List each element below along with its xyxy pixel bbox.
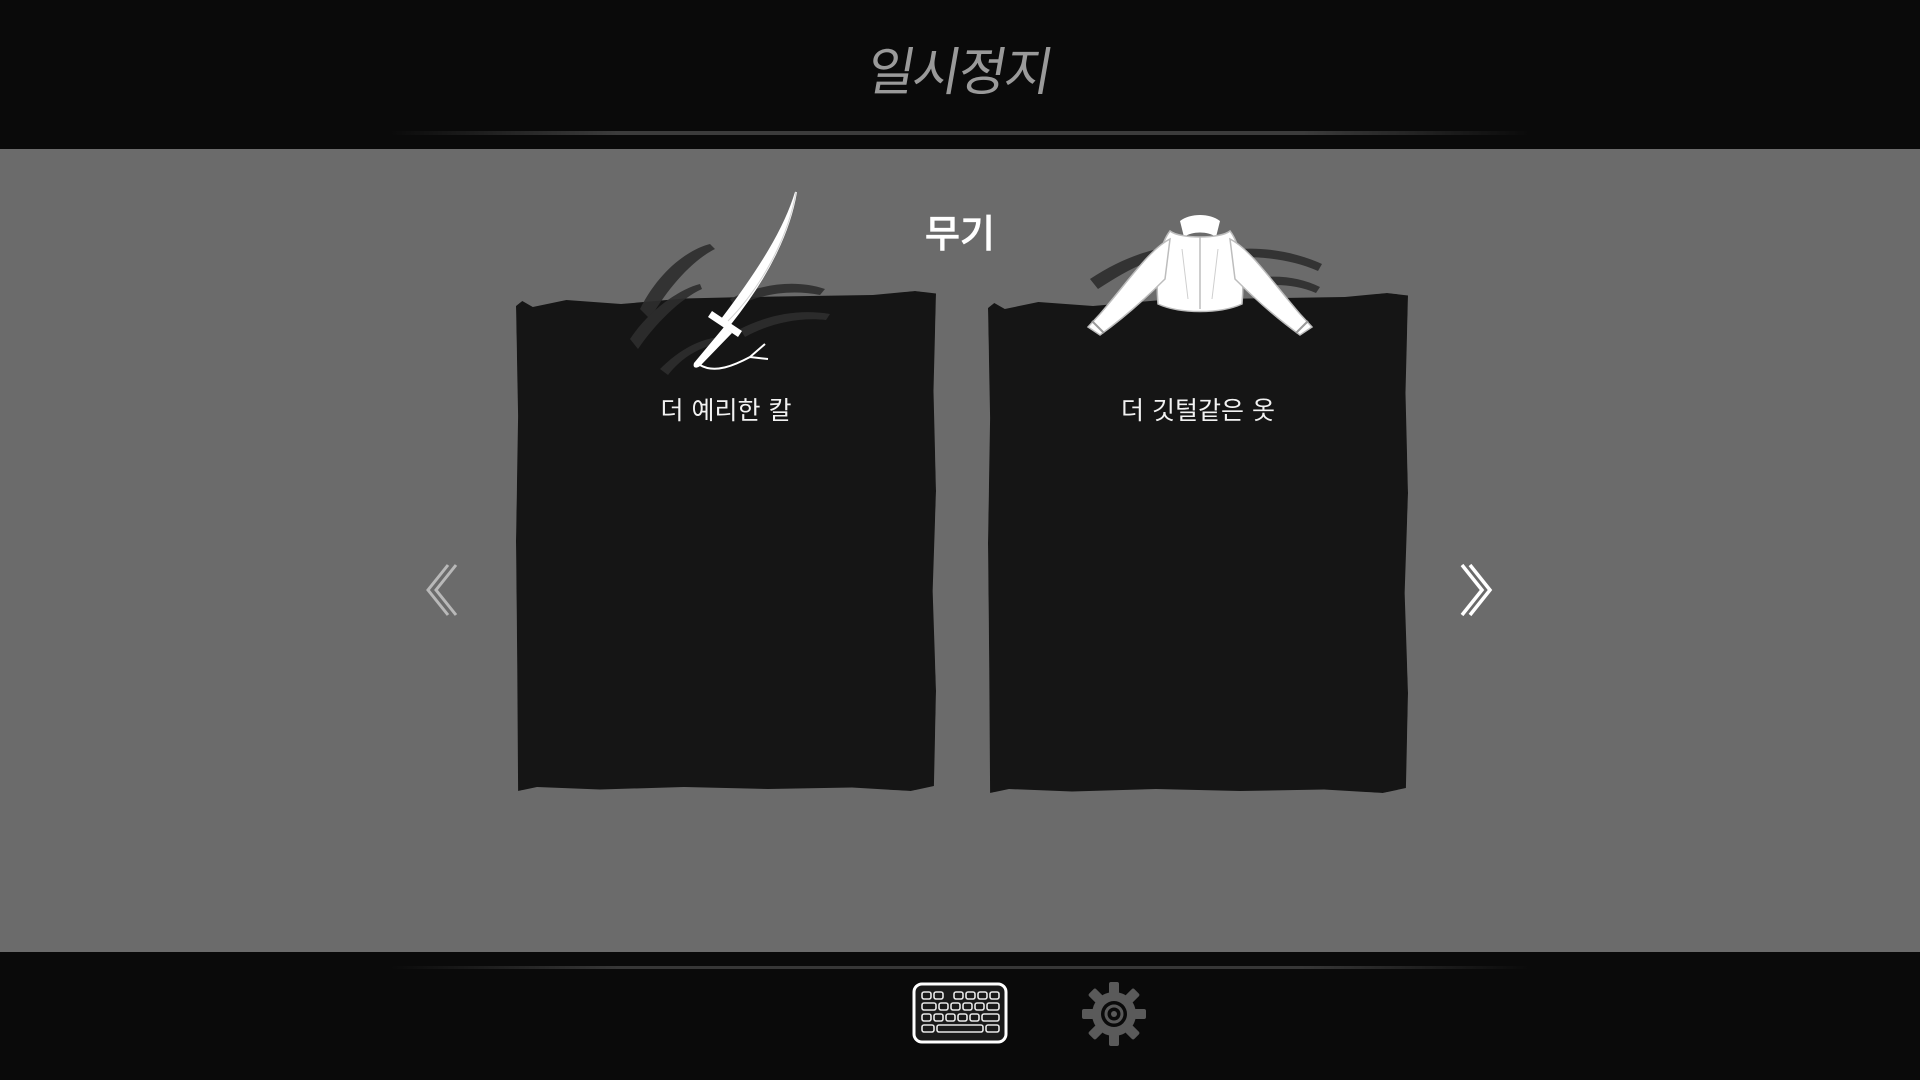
card-label-coat: 더 깃털같은 옷 — [1121, 396, 1275, 425]
pause-screen: 일시정지 무기 더 예리한 칼 더 깃털같은 옷 — [0, 0, 1920, 1080]
main-panel: 무기 더 예리한 칼 더 깃털같은 옷 — [0, 149, 1920, 952]
chevron-left-icon[interactable] — [420, 559, 464, 621]
page-title: 일시정지 — [862, 43, 1057, 103]
chevron-right-icon[interactable] — [1454, 559, 1498, 621]
coat-icon — [1086, 215, 1322, 336]
card-label-sword: 더 예리한 칼 — [660, 396, 792, 425]
top-bar: 일시정지 — [0, 0, 1920, 149]
sword-icon — [630, 191, 830, 375]
top-divider — [390, 131, 1530, 135]
gear-icon[interactable] — [1080, 980, 1148, 1048]
keyboard-icon[interactable] — [910, 980, 1010, 1046]
bottom-divider — [390, 966, 1530, 969]
section-title: 무기 — [925, 212, 995, 256]
bottom-bar — [0, 952, 1920, 1080]
